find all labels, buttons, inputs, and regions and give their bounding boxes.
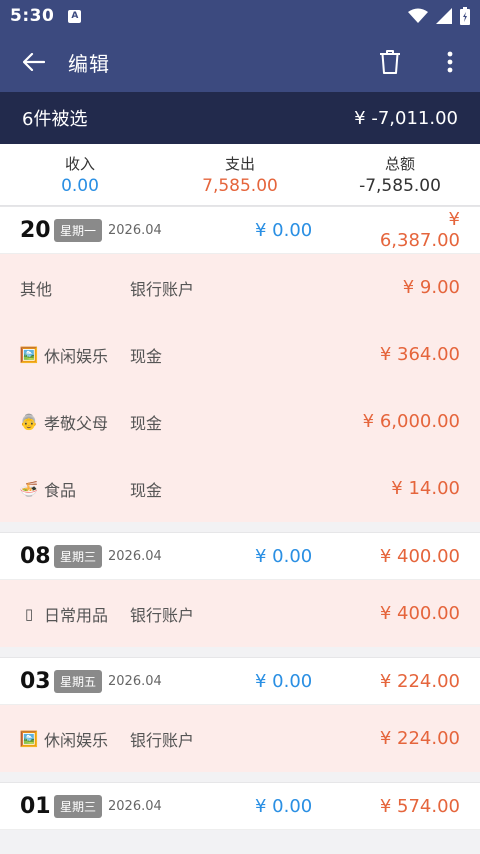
day-number: 01	[20, 793, 51, 819]
day-income: ¥ 0.00	[255, 795, 313, 817]
app-bar: 编辑	[0, 32, 480, 92]
weekday-badge: 星期三	[54, 794, 103, 818]
amount: ¥ 400.00	[379, 603, 460, 624]
category-label: 孝敬父母	[44, 413, 109, 433]
month-label: 2026.04	[108, 222, 162, 238]
day-income: ¥ 0.00	[255, 545, 313, 567]
expense-label: 支出	[224, 155, 255, 173]
category: 🖼️ 休闲娱乐	[20, 343, 130, 367]
transaction-list: 20 星期一 2026.04 ¥ 0.00 ¥ 6,387.00 其他 银行账户…	[0, 206, 480, 830]
selected-count: 6件被选	[22, 109, 88, 130]
day-group: 01 星期三 2026.04 ¥ 0.00 ¥ 574.00	[0, 782, 480, 830]
account-label: 银行账户	[130, 730, 195, 750]
day-number: 03	[20, 668, 51, 694]
account-label: 现金	[130, 346, 163, 366]
page-title: 编辑	[68, 51, 110, 76]
transaction-row[interactable]: 🖼️ 休闲娱乐 现金 ¥ 364.00	[0, 321, 480, 388]
category: 👵 孝敬父母	[20, 410, 130, 434]
arrow-left-icon	[23, 53, 45, 71]
weekday-badge: 星期一	[54, 218, 103, 242]
battery-icon	[460, 7, 470, 25]
expense-summary: 支出 7,585.00	[160, 144, 320, 205]
day-expense: ¥ 574.00	[379, 795, 460, 817]
notification-icon: A	[68, 9, 82, 23]
status-bar: 5:30 A	[0, 0, 480, 32]
signal-icon	[436, 8, 452, 24]
category-icon: 🖼️	[19, 729, 39, 748]
weekday-badge: 星期三	[54, 544, 103, 568]
amount: ¥ 224.00	[379, 728, 460, 749]
transaction-row[interactable]: ▯ 日常用品 银行账户 ¥ 400.00	[0, 580, 480, 647]
status-time: 5:30	[10, 6, 55, 26]
selected-total: ¥ -7,011.00	[354, 107, 458, 129]
weekday-badge: 星期五	[54, 669, 103, 693]
summary-panel: 收入 0.00 支出 7,585.00 总额 -7,585.00	[0, 144, 480, 206]
account-label: 银行账户	[130, 279, 195, 299]
day-expense: ¥ 400.00	[379, 545, 460, 567]
more-vert-icon	[447, 51, 453, 73]
day-number: 08	[20, 543, 51, 569]
wifi-icon	[408, 8, 428, 23]
day-group: 08 星期三 2026.04 ¥ 0.00 ¥ 400.00 ▯ 日常用品 银行…	[0, 532, 480, 647]
day-expense: ¥ 6,387.00	[379, 209, 460, 251]
month-label: 2026.04	[108, 798, 162, 814]
category: 🍜 食品	[20, 477, 130, 501]
category: 其他	[20, 276, 130, 300]
amount: ¥ 6,000.00	[362, 411, 460, 432]
account-label: 现金	[130, 480, 163, 500]
category-icon: ▯	[24, 604, 34, 623]
category-icon: 👵	[19, 412, 39, 431]
day-group-header[interactable]: 08 星期三 2026.04 ¥ 0.00 ¥ 400.00	[0, 533, 480, 580]
day-group-header[interactable]: 20 星期一 2026.04 ¥ 0.00 ¥ 6,387.00	[0, 207, 480, 254]
day-group: 03 星期五 2026.04 ¥ 0.00 ¥ 224.00 🖼️ 休闲娱乐 银…	[0, 657, 480, 772]
account-label: 现金	[130, 413, 163, 433]
total-value: -7,585.00	[359, 176, 441, 196]
day-income: ¥ 0.00	[255, 670, 313, 692]
category-label: 休闲娱乐	[44, 730, 109, 750]
expense-value: 7,585.00	[202, 176, 278, 196]
total-label: 总额	[384, 155, 415, 173]
status-icons	[408, 7, 470, 25]
category-icon: 🍜	[19, 479, 39, 498]
category-label: 其他	[20, 279, 53, 299]
trash-icon	[380, 50, 400, 74]
income-value: 0.00	[61, 176, 99, 196]
month-label: 2026.04	[108, 673, 162, 689]
category-label: 休闲娱乐	[44, 346, 109, 366]
selection-bar: 6件被选 ¥ -7,011.00	[0, 92, 480, 144]
day-group-header[interactable]: 01 星期三 2026.04 ¥ 0.00 ¥ 574.00	[0, 783, 480, 830]
transaction-row[interactable]: 👵 孝敬父母 现金 ¥ 6,000.00	[0, 388, 480, 455]
day-group: 20 星期一 2026.04 ¥ 0.00 ¥ 6,387.00 其他 银行账户…	[0, 206, 480, 522]
category-label: 日常用品	[44, 605, 109, 625]
amount: ¥ 14.00	[391, 478, 460, 499]
day-income: ¥ 0.00	[255, 219, 313, 241]
delete-button[interactable]	[360, 32, 420, 92]
category: 🖼️ 休闲娱乐	[20, 727, 130, 751]
amount: ¥ 9.00	[402, 277, 460, 298]
amount: ¥ 364.00	[379, 344, 460, 365]
category-icon: 🖼️	[19, 345, 39, 364]
category-label: 食品	[44, 480, 77, 500]
income-label: 收入	[64, 155, 95, 173]
category: ▯ 日常用品	[20, 602, 130, 626]
day-number: 20	[20, 217, 51, 243]
transaction-row[interactable]: 🍜 食品 现金 ¥ 14.00	[0, 455, 480, 522]
back-button[interactable]	[0, 32, 68, 92]
transaction-row[interactable]: 🖼️ 休闲娱乐 银行账户 ¥ 224.00	[0, 705, 480, 772]
month-label: 2026.04	[108, 548, 162, 564]
day-group-header[interactable]: 03 星期五 2026.04 ¥ 0.00 ¥ 224.00	[0, 658, 480, 705]
account-label: 银行账户	[130, 605, 195, 625]
day-expense: ¥ 224.00	[379, 670, 460, 692]
more-options-button[interactable]	[420, 32, 480, 92]
total-summary: 总额 -7,585.00	[320, 144, 480, 205]
income-summary: 收入 0.00	[0, 144, 160, 205]
transaction-row[interactable]: 其他 银行账户 ¥ 9.00	[0, 254, 480, 321]
